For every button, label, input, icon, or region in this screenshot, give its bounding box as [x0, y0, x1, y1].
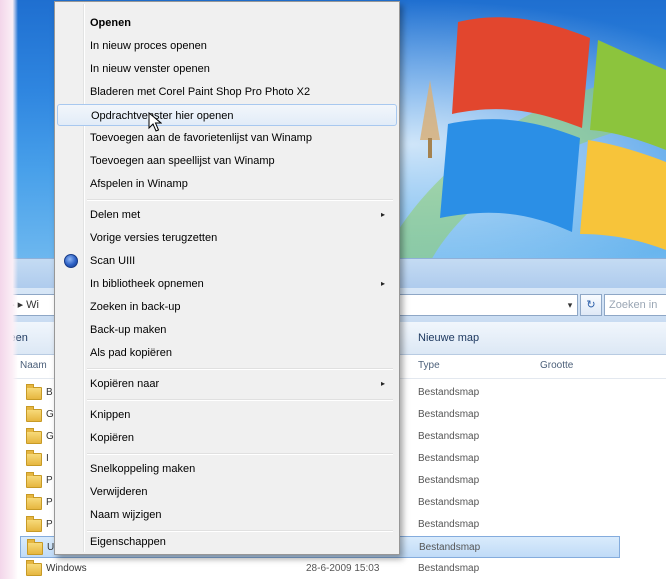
folder-icon — [26, 406, 42, 422]
screenshot-stage: ▸ ▸ Wi ▾ ↻ Zoeken in seen Nieuwe map Naa… — [0, 0, 666, 579]
menu-item-label: In bibliotheek opnemen — [90, 278, 204, 290]
menu-item-verwijderen[interactable]: Verwijderen — [57, 481, 397, 503]
folder-icon — [26, 384, 42, 400]
menu-item-back-up-maken[interactable]: Back-up maken — [57, 319, 397, 341]
file-type: Bestandsmap — [418, 497, 480, 508]
folder-icon — [26, 472, 42, 488]
menu-item-bladeren-met-paint-shop-pro[interactable]: Bladeren met Corel Paint Shop Pro Photo … — [57, 81, 397, 103]
file-type: Bestandsmap — [418, 387, 480, 398]
menu-item-label: Opdrachtvenster hier openen — [91, 110, 234, 122]
file-name: P — [46, 519, 53, 530]
menu-item-label: Back-up maken — [90, 324, 167, 336]
menu-separator — [87, 399, 393, 401]
menu-item-eigenschappen[interactable]: Eigenschappen — [57, 531, 397, 553]
wallpaper-pink-edge — [0, 0, 18, 579]
menu-item-afspelen-in-winamp[interactable]: Afspelen in Winamp — [57, 173, 397, 195]
menu-item-opdrachtvenster-hier-openen[interactable]: Opdrachtvenster hier openen — [57, 104, 397, 126]
menu-item-kopieren[interactable]: Kopiëren — [57, 427, 397, 449]
menu-item-in-nieuw-venster-openen[interactable]: In nieuw venster openen — [57, 58, 397, 80]
menu-item-kopieren-naar[interactable]: Kopiëren naar ▸ — [57, 373, 397, 395]
menu-item-label: In nieuw proces openen — [90, 40, 207, 52]
submenu-arrow-icon: ▸ — [380, 210, 385, 219]
file-name: P — [46, 497, 53, 508]
menu-item-label: Kopiëren naar — [90, 378, 160, 390]
menu-item-label: Kopiëren — [90, 432, 135, 444]
folder-icon — [26, 428, 42, 444]
menu-item-scan[interactable]: Scan UIII — [57, 250, 397, 272]
menu-item-label: Snelkoppeling maken — [90, 463, 196, 475]
folder-icon — [26, 450, 42, 466]
column-header-type[interactable]: Type — [418, 354, 440, 378]
menu-item-naam-wijzigen[interactable]: Naam wijzigen — [57, 504, 397, 526]
file-name: I — [46, 453, 49, 464]
menu-item-knippen[interactable]: Knippen — [57, 404, 397, 426]
refresh-button[interactable]: ↻ — [580, 294, 602, 316]
antivirus-scan-icon — [64, 254, 78, 268]
menu-item-label: Toevoegen aan de favorietenlijst van Win… — [90, 132, 312, 144]
menu-item-label: Zoeken in back-up — [90, 301, 181, 313]
menu-separator — [87, 368, 393, 370]
menu-item-winamp-favorieten[interactable]: Toevoegen aan de favorietenlijst van Win… — [57, 127, 397, 149]
search-input[interactable]: Zoeken in — [604, 294, 666, 316]
menu-item-als-pad-kopieren[interactable]: Als pad kopiëren — [57, 342, 397, 364]
menu-item-winamp-speellijst[interactable]: Toevoegen aan speellijst van Winamp — [57, 150, 397, 172]
menu-item-label: Delen met — [90, 209, 141, 221]
file-type: Bestandsmap — [418, 519, 480, 530]
file-name: Windows — [46, 563, 87, 574]
file-type: Bestandsmap — [418, 453, 480, 464]
file-type: Bestandsmap — [418, 431, 480, 442]
column-header-size[interactable]: Grootte — [540, 354, 573, 378]
menu-item-label: Bladeren met Corel Paint Shop Pro Photo … — [90, 86, 311, 98]
file-type: Bestandsmap — [418, 409, 480, 420]
file-type: Bestandsmap — [418, 563, 480, 574]
menu-item-openen[interactable]: Openen — [57, 12, 397, 34]
menu-item-delen-met[interactable]: Delen met ▸ — [57, 204, 397, 226]
menu-item-label: Vorige versies terugzetten — [90, 232, 218, 244]
file-row[interactable]: Windows 28-6-2009 15:03 Bestandsmap — [20, 558, 620, 579]
menu-item-label: Knippen — [90, 409, 131, 421]
menu-item-zoeken-in-back-up[interactable]: Zoeken in back-up — [57, 296, 397, 318]
folder-icon — [26, 516, 42, 532]
menu-item-in-nieuw-proces-openen[interactable]: In nieuw proces openen — [57, 35, 397, 57]
menu-item-snelkoppeling-maken[interactable]: Snelkoppeling maken — [57, 458, 397, 480]
file-type: Bestandsmap — [418, 475, 480, 486]
menu-separator — [87, 453, 393, 455]
column-header-name[interactable]: Naam — [20, 354, 47, 378]
submenu-arrow-icon: ▸ — [380, 279, 385, 288]
new-folder-button[interactable]: Nieuwe map — [418, 322, 479, 354]
menu-item-label: Scan UIII — [90, 255, 136, 267]
address-dropdown-icon[interactable]: ▾ — [563, 295, 577, 315]
menu-item-label: Openen — [90, 17, 131, 29]
menu-item-label: Als pad kopiëren — [90, 347, 172, 359]
folder-icon — [26, 494, 42, 510]
folder-icon — [27, 539, 43, 555]
mouse-pointer-icon — [148, 112, 162, 132]
file-date: 28-6-2009 15:03 — [306, 563, 380, 574]
file-name: G — [46, 431, 54, 442]
file-name: B — [46, 387, 53, 398]
menu-item-label: Naam wijzigen — [90, 509, 162, 521]
menu-item-label: Verwijderen — [90, 486, 148, 498]
menu-item-label: Eigenschappen — [90, 536, 166, 548]
folder-icon — [26, 560, 42, 576]
context-menu: Openen In nieuw proces openen In nieuw v… — [54, 1, 400, 555]
menu-item-vorige-versies[interactable]: Vorige versies terugzetten — [57, 227, 397, 249]
file-name: P — [46, 475, 53, 486]
menu-item-in-bibliotheek-opnemen[interactable]: In bibliotheek opnemen ▸ — [57, 273, 397, 295]
file-name: G — [46, 409, 54, 420]
menu-separator — [87, 199, 393, 201]
file-type: Bestandsmap — [419, 542, 481, 553]
menu-item-label: Afspelen in Winamp — [90, 178, 188, 190]
menu-item-label: Toevoegen aan speellijst van Winamp — [90, 155, 275, 167]
submenu-arrow-icon: ▸ — [380, 379, 385, 388]
menu-item-label: In nieuw venster openen — [90, 63, 210, 75]
